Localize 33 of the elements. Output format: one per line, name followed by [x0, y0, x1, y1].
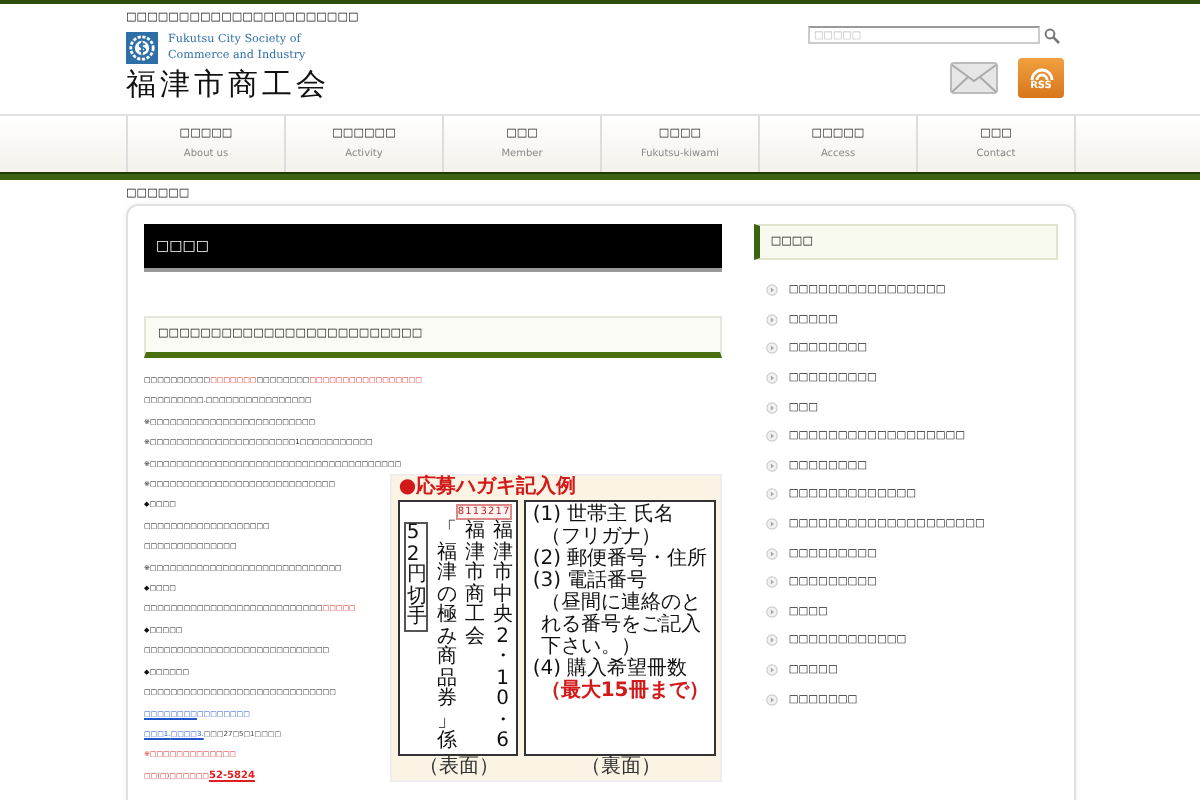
arrow-bullet-icon: [766, 459, 779, 472]
stamp-box: 52円切手: [404, 522, 429, 632]
card-caption: （表面）: [418, 756, 499, 781]
postcard-title: ●応募ハガキ記入例: [398, 476, 579, 501]
arrow-bullet-icon: [766, 284, 779, 297]
form-field-label: (1) 世帯主 氏名: [532, 504, 676, 527]
arrow-bullet-icon: [766, 401, 779, 414]
arrow-bullet-icon: [766, 372, 779, 385]
search-icon[interactable]: [1044, 27, 1060, 43]
form-field-label: （最大15冊まで）: [538, 680, 709, 703]
card-caption: （裏面）: [580, 756, 661, 781]
arrow-bullet-icon: [766, 664, 779, 677]
arrow-bullet-icon: [766, 693, 779, 706]
arrow-bullet-icon: [766, 313, 779, 326]
arrow-bullet-icon: [766, 576, 779, 589]
form-field-label: （昼間に連絡のとれる番号をご記入下さい。）: [540, 592, 703, 659]
arrow-bullet-icon: [766, 547, 779, 560]
arrow-bullet-icon: [766, 518, 779, 531]
form-field-label: (3) 電話番号: [532, 570, 648, 593]
form-field-label: (4) 購入希望冊数: [532, 658, 690, 681]
arrow-bullet-icon: [766, 342, 779, 355]
logo-icon: [126, 32, 158, 64]
department-text: 「福津の極み商品券」係: [436, 522, 457, 754]
site-logo-title: 福津市商工会: [126, 66, 332, 102]
address-text: 福津市中央2・10・6: [492, 522, 513, 754]
form-field-label: （フリガナ）: [540, 526, 663, 549]
form-field-label: (2) 郵便番号・住所: [532, 548, 709, 571]
rss-waves-icon: [1027, 65, 1055, 79]
recipient-text: 福津市商工会: [464, 522, 485, 649]
arrow-bullet-icon: [766, 488, 779, 501]
arrow-bullet-icon: [766, 430, 779, 443]
arrow-bullet-icon: [766, 634, 779, 647]
arrow-bullet-icon: [766, 605, 779, 618]
